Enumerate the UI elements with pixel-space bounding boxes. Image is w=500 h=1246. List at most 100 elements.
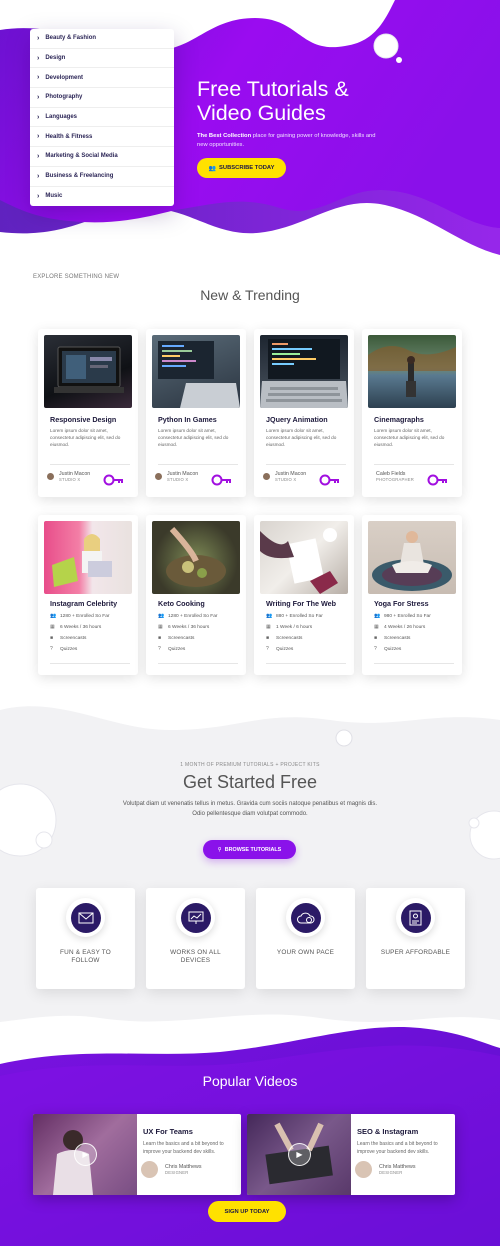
category-marketing[interactable]: › Marketing & Social Media xyxy=(30,147,174,167)
divider xyxy=(374,464,454,465)
calendar-icon: ▦ xyxy=(266,624,271,630)
search-icon: ⚲ xyxy=(217,846,222,853)
feature-icon-circle xyxy=(66,898,105,937)
avatar xyxy=(47,473,54,480)
question-icon: ? xyxy=(374,646,377,652)
course-description: Lorem ipsum dolor sit amet, consectetur … xyxy=(374,428,445,448)
category-health-fitness[interactable]: › Health & Fitness xyxy=(30,127,174,148)
course-screencasts: ■ Screencasts xyxy=(50,635,87,641)
video-title: SEO & Instagram xyxy=(357,1127,419,1136)
course-card[interactable]: Writing For The Web 👥 880 + Enrolled So F… xyxy=(254,515,354,675)
video-icon: ■ xyxy=(158,635,162,641)
course-screencasts: ■ Screencasts xyxy=(266,635,303,641)
hero-title: Free Tutorials & Video Guides xyxy=(197,77,349,125)
course-thumbnail xyxy=(44,335,132,408)
course-card[interactable]: Responsive Design Lorem ipsum dolor sit … xyxy=(38,329,138,497)
course-card[interactable]: Python In Games Lorem ipsum dolor sit am… xyxy=(146,329,246,497)
chevron-right-icon: › xyxy=(37,54,40,62)
avatar xyxy=(355,1161,372,1178)
course-title: JQuery Animation xyxy=(266,415,328,424)
course-card[interactable]: Keto Cooking 👥 1280 + Enrolled So Far ▦ 6 … xyxy=(146,515,246,675)
course-title: Python In Games xyxy=(158,415,217,424)
course-description: Lorem ipsum dolor sit amet, consectetur … xyxy=(266,428,337,448)
video-card[interactable]: ▶ SEO & Instagram Learn the basics and a… xyxy=(247,1114,455,1195)
course-quizzes: ? Quizzes xyxy=(266,646,294,652)
chevron-right-icon: › xyxy=(37,133,40,141)
course-title: Yoga For Stress xyxy=(374,599,429,608)
course-quizzes: ? Quizzes xyxy=(158,646,186,652)
question-icon: ? xyxy=(158,646,161,652)
course-description: Lorem ipsum dolor sit amet, consectetur … xyxy=(50,428,121,448)
key-icon[interactable] xyxy=(427,474,449,486)
feature-icon-circle xyxy=(396,898,435,937)
key-icon[interactable] xyxy=(319,474,341,486)
category-music[interactable]: › Music xyxy=(30,187,174,207)
question-icon: ? xyxy=(266,646,269,652)
course-author: Justin Macon STUDIO X xyxy=(47,471,90,482)
feature-label: YOUR OWN PACE xyxy=(276,949,335,956)
feature-label: FUN & EASY TO FOLLOW xyxy=(60,949,111,964)
course-title: Keto Cooking xyxy=(158,599,205,608)
browse-tutorials-button[interactable]: ⚲ BROWSE TUTORIALS xyxy=(203,840,296,859)
course-duration: ▦ 1 Week / 6 hours xyxy=(266,624,313,630)
course-enrolled: 👥 1280 + Enrolled So Far xyxy=(50,613,110,619)
course-title: Instagram Celebrity xyxy=(50,599,118,608)
video-title: UX For Teams xyxy=(143,1127,193,1136)
feature-icon-circle xyxy=(286,898,325,937)
subscribe-button[interactable]: 👥 SUBSCRIBE TODAY xyxy=(197,158,286,178)
category-photography[interactable]: › Photography xyxy=(30,88,174,108)
feature-label: WORKS ON ALL DEVICES xyxy=(170,949,221,964)
course-enrolled: 👥 980 + Enrolled So Far xyxy=(374,613,431,619)
calendar-icon: ▦ xyxy=(158,624,163,630)
category-business[interactable]: › Business & Freelancing xyxy=(30,167,174,187)
category-design[interactable]: › Design xyxy=(30,49,174,69)
video-card[interactable]: ▶ UX For Teams Learn the basics and a bi… xyxy=(33,1114,241,1195)
course-quizzes: ? Quizzes xyxy=(374,646,402,652)
course-screencasts: ■ Screencasts xyxy=(374,635,411,641)
course-card[interactable]: Yoga For Stress 👥 980 + Enrolled So Far ▦… xyxy=(362,515,462,675)
key-icon[interactable] xyxy=(103,474,125,486)
course-thumbnail xyxy=(152,521,240,594)
category-development[interactable]: › Development xyxy=(30,68,174,89)
started-kicker: 1 MONTH OF PREMIUM TUTORIALS + PROJECT K… xyxy=(180,762,320,768)
sign-up-button[interactable]: SIGN UP TODAY xyxy=(208,1201,286,1222)
course-thumbnail xyxy=(152,335,240,408)
chevron-right-icon: › xyxy=(37,113,40,121)
divider xyxy=(50,464,130,465)
category-beauty-fashion[interactable]: › Beauty & Fashion xyxy=(30,29,174,49)
course-author: Justin Macon STUDIO X xyxy=(155,471,198,482)
video-icon: ■ xyxy=(266,635,270,641)
avatar xyxy=(263,473,270,480)
course-screencasts: ■ Screencasts xyxy=(158,635,195,641)
envelope-icon xyxy=(78,912,93,923)
video-description: Learn the basics and a bit beyond to imp… xyxy=(143,1141,224,1155)
calendar-icon: ▦ xyxy=(374,624,379,630)
video-icon: ■ xyxy=(50,635,54,641)
course-card[interactable]: Cinemagraphs Lorem ipsum dolor sit amet,… xyxy=(362,329,462,497)
course-card[interactable]: Instagram Celebrity 👥 1280 + Enrolled So … xyxy=(38,515,138,675)
video-icon: ■ xyxy=(374,635,378,641)
avatar xyxy=(141,1161,158,1178)
chevron-right-icon: › xyxy=(37,152,40,160)
play-button[interactable]: ▶ xyxy=(288,1143,311,1166)
cloud-clock-icon xyxy=(296,912,314,923)
course-duration: ▦ 4 Weeks / 26 hours xyxy=(374,624,426,630)
course-duration: ▦ 6 Weeks / 36 hours xyxy=(158,624,210,630)
course-card[interactable]: JQuery Animation Lorem ipsum dolor sit a… xyxy=(254,329,354,497)
course-title: Responsive Design xyxy=(50,415,117,424)
certificate-icon xyxy=(409,910,422,925)
chevron-right-icon: › xyxy=(37,172,40,180)
course-thumbnail xyxy=(368,521,456,594)
course-quizzes: ? Quizzes xyxy=(50,646,78,652)
divider xyxy=(50,663,130,664)
category-languages[interactable]: › Languages xyxy=(30,108,174,128)
course-thumbnail xyxy=(44,521,132,594)
section-title: New & Trending xyxy=(200,287,300,303)
started-title: Get Started Free xyxy=(182,772,318,792)
play-button[interactable]: ▶ xyxy=(74,1143,97,1166)
chevron-right-icon: › xyxy=(37,34,40,42)
video-thumbnail: ▶ xyxy=(247,1114,351,1195)
course-thumbnail xyxy=(368,335,456,408)
popular-title: Popular Videos xyxy=(202,1073,298,1089)
key-icon[interactable] xyxy=(211,474,233,486)
